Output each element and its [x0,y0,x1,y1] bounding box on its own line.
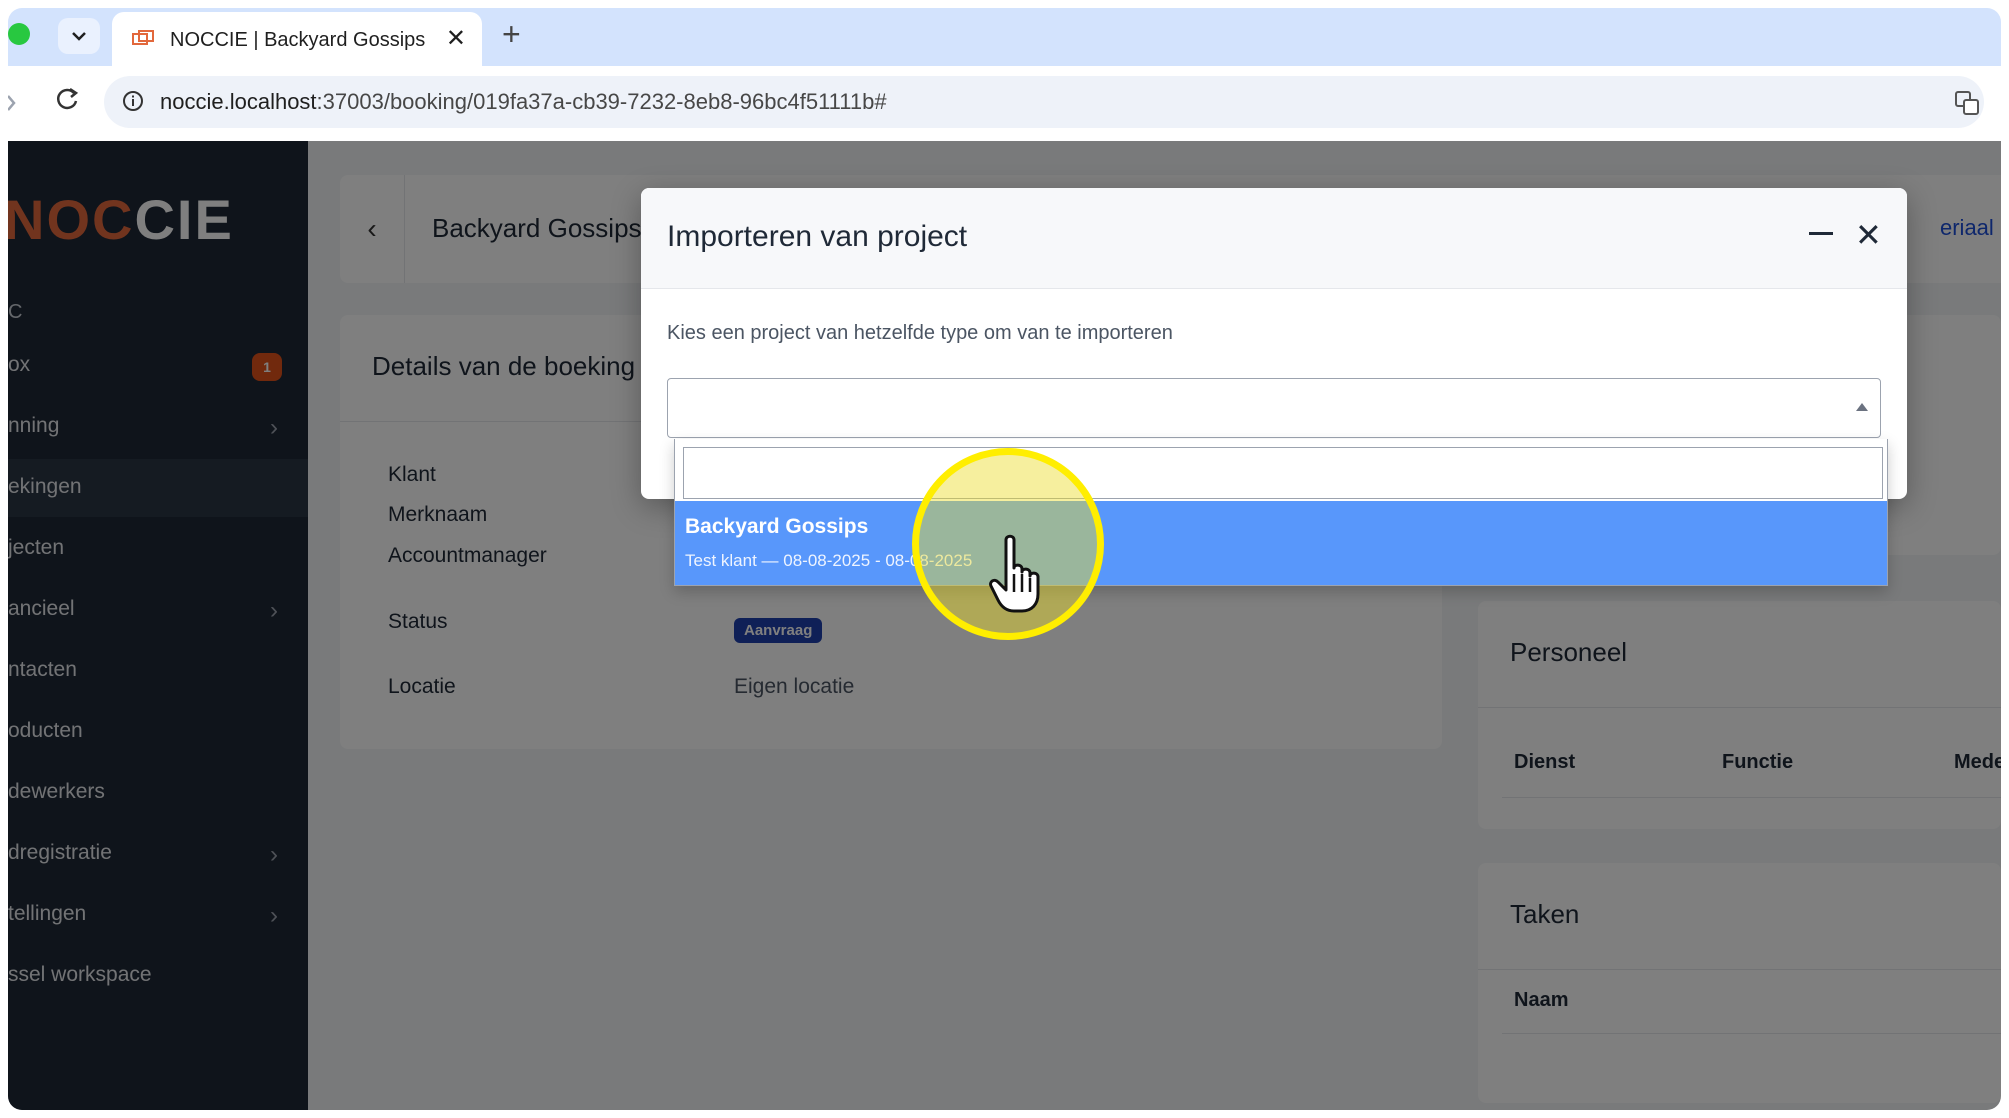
option-title: Backyard Gossips [685,515,869,538]
dropdown-search-input[interactable] [683,447,1883,499]
tab-strip: NOCCIE | Backyard Gossips ✕ + [8,8,2001,66]
modal-header: Importeren van project ✕ [641,188,1907,289]
modal-title: Importeren van project [667,220,968,253]
address-bar[interactable]: noccie.localhost:37003/booking/019fa37a-… [104,76,1984,128]
hand-pointer-icon [989,534,1040,613]
dropdown-option[interactable]: Backyard Gossips Test klant — 08-08-2025… [675,501,1887,585]
chevron-down-icon [72,32,86,41]
project-select[interactable] [667,378,1881,438]
tab-close-icon[interactable]: ✕ [446,24,466,53]
forward-icon[interactable] [8,88,18,118]
url-text: noccie.localhost:37003/booking/019fa37a-… [160,89,887,115]
tab-title: NOCCIE | Backyard Gossips [170,29,426,51]
address-toolbar: noccie.localhost:37003/booking/019fa37a-… [8,66,2001,141]
modal-hint: Kies een project van hetzelfde type om v… [667,322,1173,344]
window-control-dot[interactable] [8,23,30,45]
project-dropdown: Backyard Gossips Test klant — 08-08-2025… [674,439,1888,586]
site-info-icon[interactable] [122,90,144,112]
close-icon[interactable]: ✕ [1855,216,1882,254]
browser-window: NOCCIE | Backyard Gossips ✕ + noccie.loc… [8,8,2001,1110]
translate-icon[interactable] [1954,90,1980,116]
minimize-icon[interactable] [1809,232,1833,235]
browser-tab-active[interactable]: NOCCIE | Backyard Gossips ✕ [112,12,482,66]
url-path: :37003/booking/019fa37a-cb39-7232-8eb8-9… [316,89,887,114]
noccie-favicon-icon [132,30,154,45]
tab-search-button[interactable] [58,18,100,54]
url-host: noccie.localhost [160,89,317,114]
reload-icon[interactable] [52,84,82,114]
caret-up-icon [1856,403,1868,411]
new-tab-button[interactable]: + [502,16,521,53]
